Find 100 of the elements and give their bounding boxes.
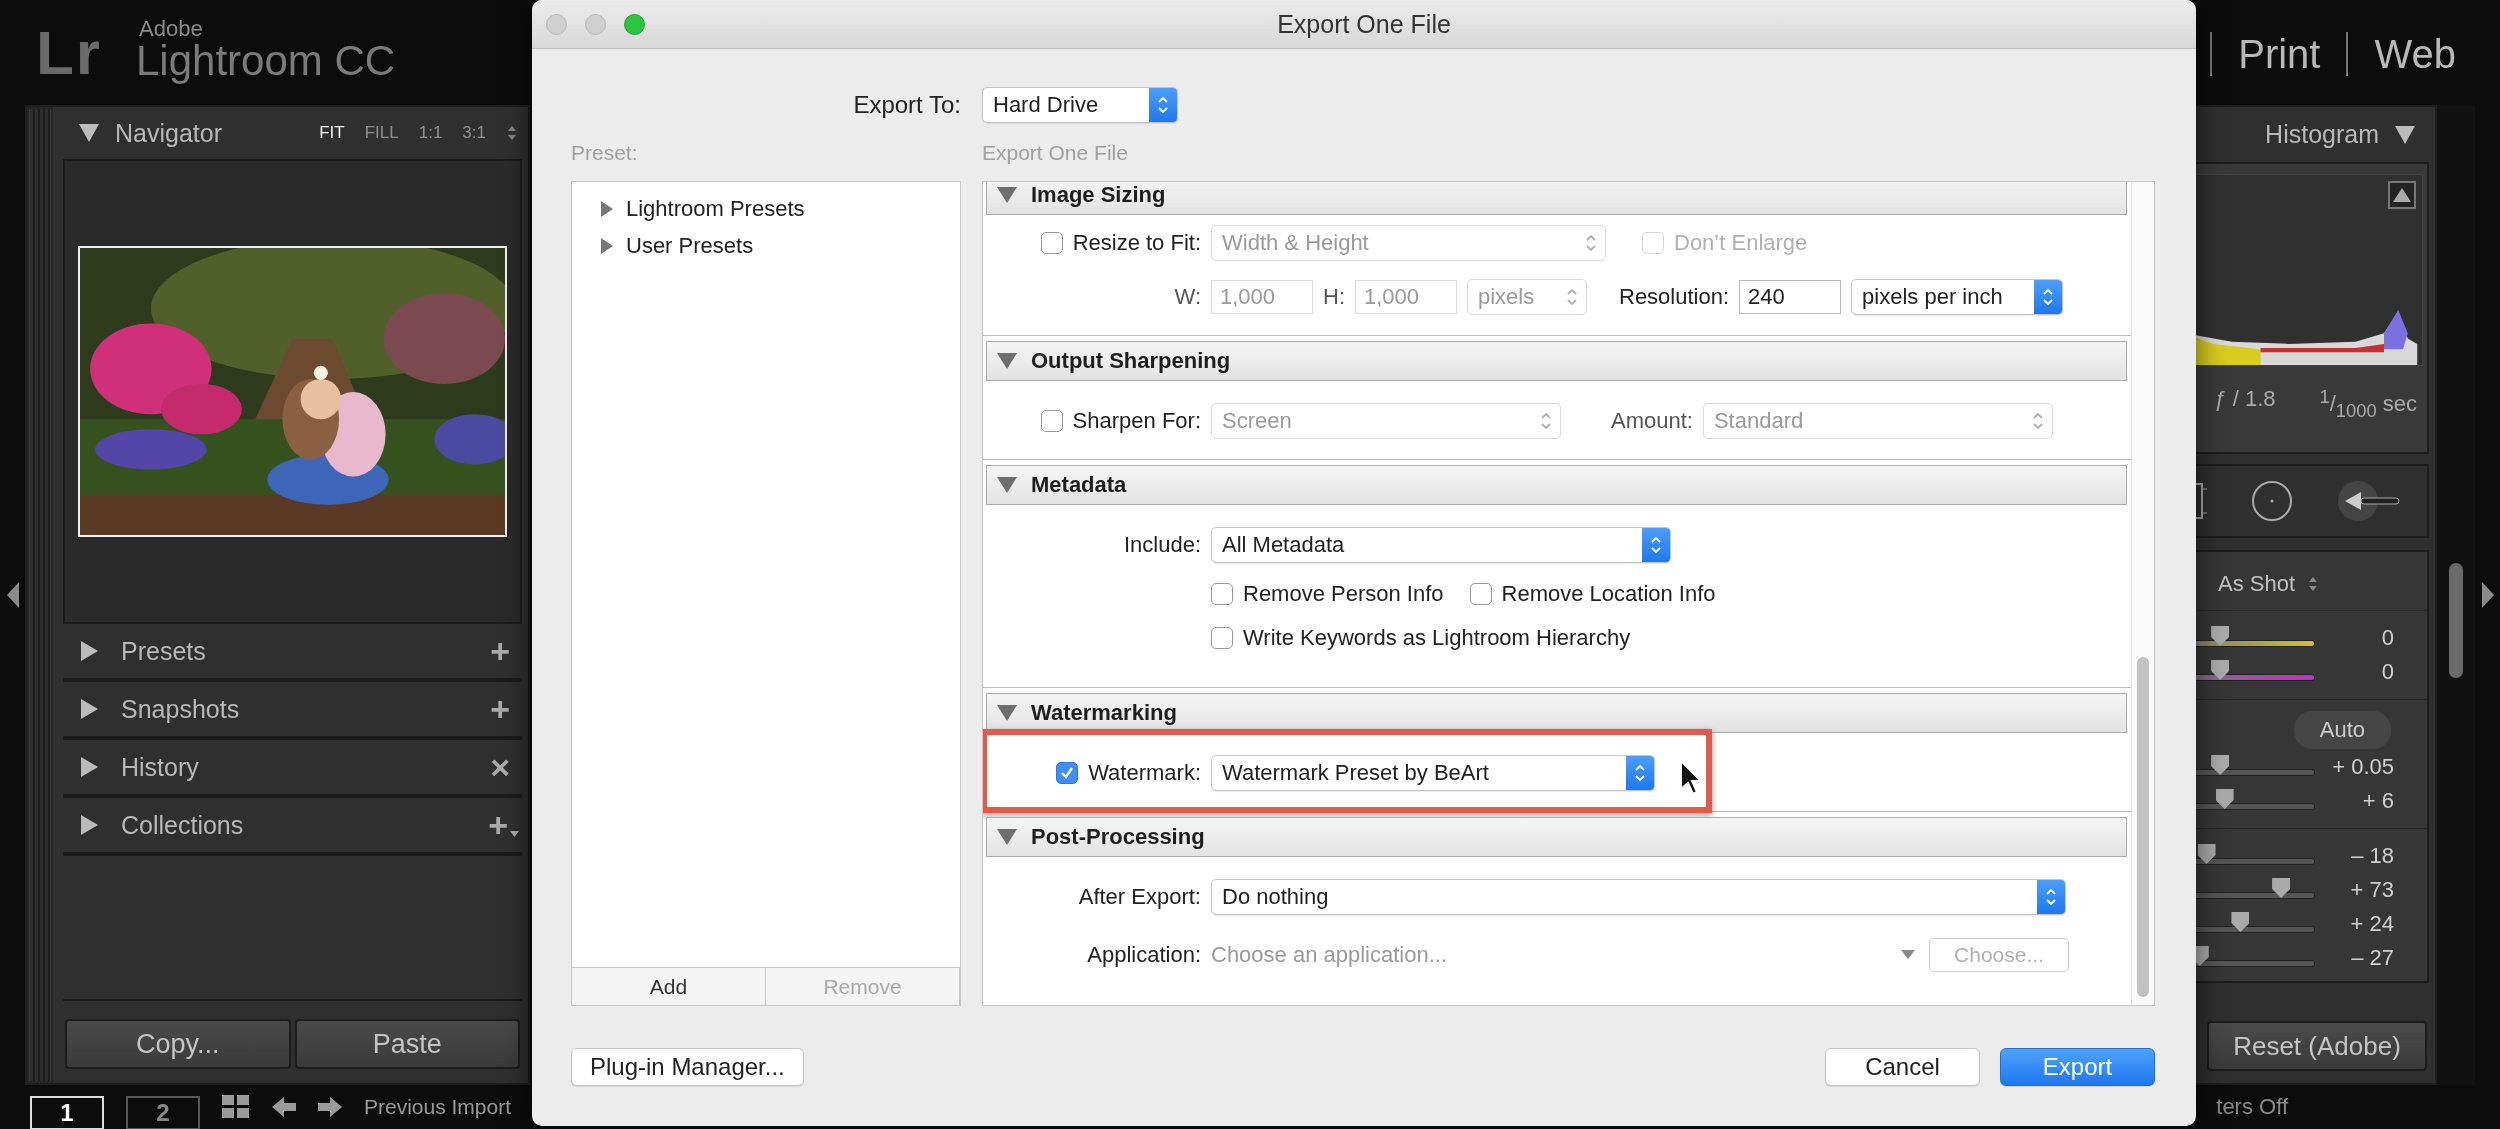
panel-action-button[interactable]: + <box>490 634 510 668</box>
expand-triangle-icon[interactable] <box>79 699 99 719</box>
panel-title[interactable]: Presets <box>121 636 206 666</box>
cancel-button[interactable]: Cancel <box>1825 1048 1980 1086</box>
zoom-option[interactable]: 3:1 <box>462 123 486 143</box>
panel-action-button[interactable]: + <box>488 808 508 842</box>
field-label: H: <box>1323 284 1345 310</box>
section-header[interactable]: Post-Processing <box>986 817 2127 857</box>
collapse-triangle-icon[interactable] <box>997 705 1017 721</box>
window-number-tab[interactable]: 2 <box>126 1096 200 1129</box>
panel-title: Navigator <box>115 118 222 148</box>
circle-icon[interactable] <box>2251 480 2293 522</box>
slider-value: 0 <box>2380 659 2394 685</box>
collapse-right-icon[interactable] <box>2481 582 2494 608</box>
panel-grip[interactable] <box>29 109 51 1081</box>
shutter-reading: $^{1}$/$_{1000}$ sec <box>2319 386 2417 422</box>
stepper-icon <box>2034 280 2063 314</box>
section-header[interactable]: Image Sizing <box>986 182 2127 215</box>
checkbox-label: Write Keywords as Lightroom Hierarchy <box>1243 625 1631 651</box>
preset-folder[interactable]: Lightroom Presets <box>626 195 805 222</box>
plugin-manager-button[interactable]: Plug-in Manager... <box>571 1048 804 1086</box>
module-tab[interactable]: Print <box>2210 31 2347 76</box>
panel-action-button[interactable]: × <box>490 750 510 784</box>
field-label: Export To: <box>852 91 961 119</box>
window-number-tab[interactable]: 1 <box>30 1096 104 1129</box>
slider-thumb[interactable] <box>2211 626 2230 646</box>
preset-folder[interactable]: User Presets <box>626 232 754 259</box>
panel-title[interactable]: History <box>121 752 199 782</box>
slider-value: – 27 <box>2350 945 2394 971</box>
app-name: Lightroom CC <box>136 39 396 82</box>
back-arrow-icon[interactable] <box>272 1095 296 1119</box>
collapse-triangle-icon[interactable] <box>997 829 1017 845</box>
expand-triangle-icon[interactable] <box>79 641 99 661</box>
expand-triangle-icon[interactable] <box>79 815 99 835</box>
zoom-option[interactable]: 1:1 <box>418 123 443 143</box>
column-label: Export One File <box>982 141 1129 165</box>
checkbox[interactable] <box>1211 627 1233 649</box>
checkbox[interactable] <box>1469 583 1492 605</box>
panel-button[interactable]: Copy... <box>65 1019 291 1069</box>
resolution-field[interactable]: 240 <box>1739 280 1842 314</box>
checkbox[interactable] <box>1211 583 1233 605</box>
module-tab[interactable]: Web <box>2346 31 2482 76</box>
filter-dropdown[interactable]: ters Off <box>2216 1094 2288 1120</box>
field-label: Amount: <box>1611 408 1693 434</box>
panel-action-button[interactable]: + <box>490 692 510 726</box>
checkbox[interactable] <box>1040 410 1063 432</box>
collapse-triangle-icon[interactable] <box>79 124 99 142</box>
stepper-icon <box>1642 528 1670 562</box>
clipping-indicator-icon[interactable] <box>2388 181 2416 209</box>
balance-preset-dropdown[interactable]: As Shot <box>2217 571 2295 597</box>
collapse-triangle-icon[interactable] <box>997 477 1017 493</box>
collapse-triangle-icon[interactable] <box>997 187 1017 203</box>
stepper-icon <box>2037 880 2065 914</box>
slider-thumb[interactable] <box>2197 844 2216 864</box>
zoom-option[interactable]: FILL <box>364 123 399 143</box>
section-header[interactable]: Watermarking <box>986 693 2127 733</box>
checkbox[interactable] <box>1056 762 1079 784</box>
auto-button[interactable]: Auto <box>2293 711 2391 749</box>
field-label: W: <box>1174 284 1201 310</box>
column-label: Preset: <box>571 141 639 165</box>
panel-button[interactable]: Paste <box>294 1019 520 1069</box>
slider-thumb[interactable] <box>2211 660 2230 680</box>
zoom-option[interactable]: FIT <box>319 123 345 143</box>
slider-value: 0 <box>2380 625 2394 651</box>
grid-view-icon[interactable] <box>222 1095 250 1119</box>
reset-button[interactable]: Reset (Adobe) <box>2207 1021 2427 1071</box>
field-label: Application: <box>1087 942 1201 968</box>
scrollbar-thumb[interactable] <box>2449 563 2463 678</box>
forward-arrow-icon[interactable] <box>318 1095 342 1119</box>
expand-triangle-icon[interactable] <box>600 237 614 254</box>
slider-thumb[interactable] <box>2215 789 2234 809</box>
checkbox-label: Watermark: <box>1088 760 1201 786</box>
section-header[interactable]: Output Sharpening <box>986 341 2127 381</box>
expand-triangle-icon[interactable] <box>600 200 614 217</box>
brand-caption: Adobe <box>139 17 204 40</box>
slider-thumb[interactable] <box>2272 878 2291 898</box>
collapse-triangle-icon[interactable] <box>2395 125 2415 144</box>
dropdown[interactable]: Watermark Preset by BeArt <box>1211 755 1655 791</box>
list-button[interactable]: Add <box>572 968 766 1005</box>
source-label[interactable]: Previous Import <box>364 1095 512 1119</box>
dropdown-triangle-icon[interactable] <box>1901 950 1915 960</box>
caret-icon[interactable] <box>510 831 519 837</box>
collapse-triangle-icon[interactable] <box>997 353 1017 369</box>
slider-value: + 24 <box>2349 911 2394 937</box>
window-title: Export One File <box>1277 9 1451 39</box>
dropdown[interactable]: All Metadata <box>1211 527 1671 563</box>
dropdown[interactable]: pixels per inch <box>1851 279 2064 315</box>
checkbox[interactable] <box>1040 232 1063 254</box>
checkbox-label: Don’t Enlarge <box>1674 230 1808 256</box>
dropdown[interactable]: Do nothing <box>1211 879 2066 915</box>
panel-title[interactable]: Snapshots <box>121 694 240 724</box>
collapse-left-icon[interactable] <box>6 582 19 608</box>
slider-thumb[interactable] <box>2211 755 2230 775</box>
dropdown[interactable]: Hard Drive <box>982 87 1178 123</box>
slider-thumb[interactable] <box>2231 912 2250 932</box>
scrollbar-thumb[interactable] <box>2137 657 2149 997</box>
panel-title[interactable]: Collections <box>121 810 244 840</box>
expand-triangle-icon[interactable] <box>79 757 99 777</box>
slider-value: – 18 <box>2350 843 2394 869</box>
section-header[interactable]: Metadata <box>986 465 2127 505</box>
